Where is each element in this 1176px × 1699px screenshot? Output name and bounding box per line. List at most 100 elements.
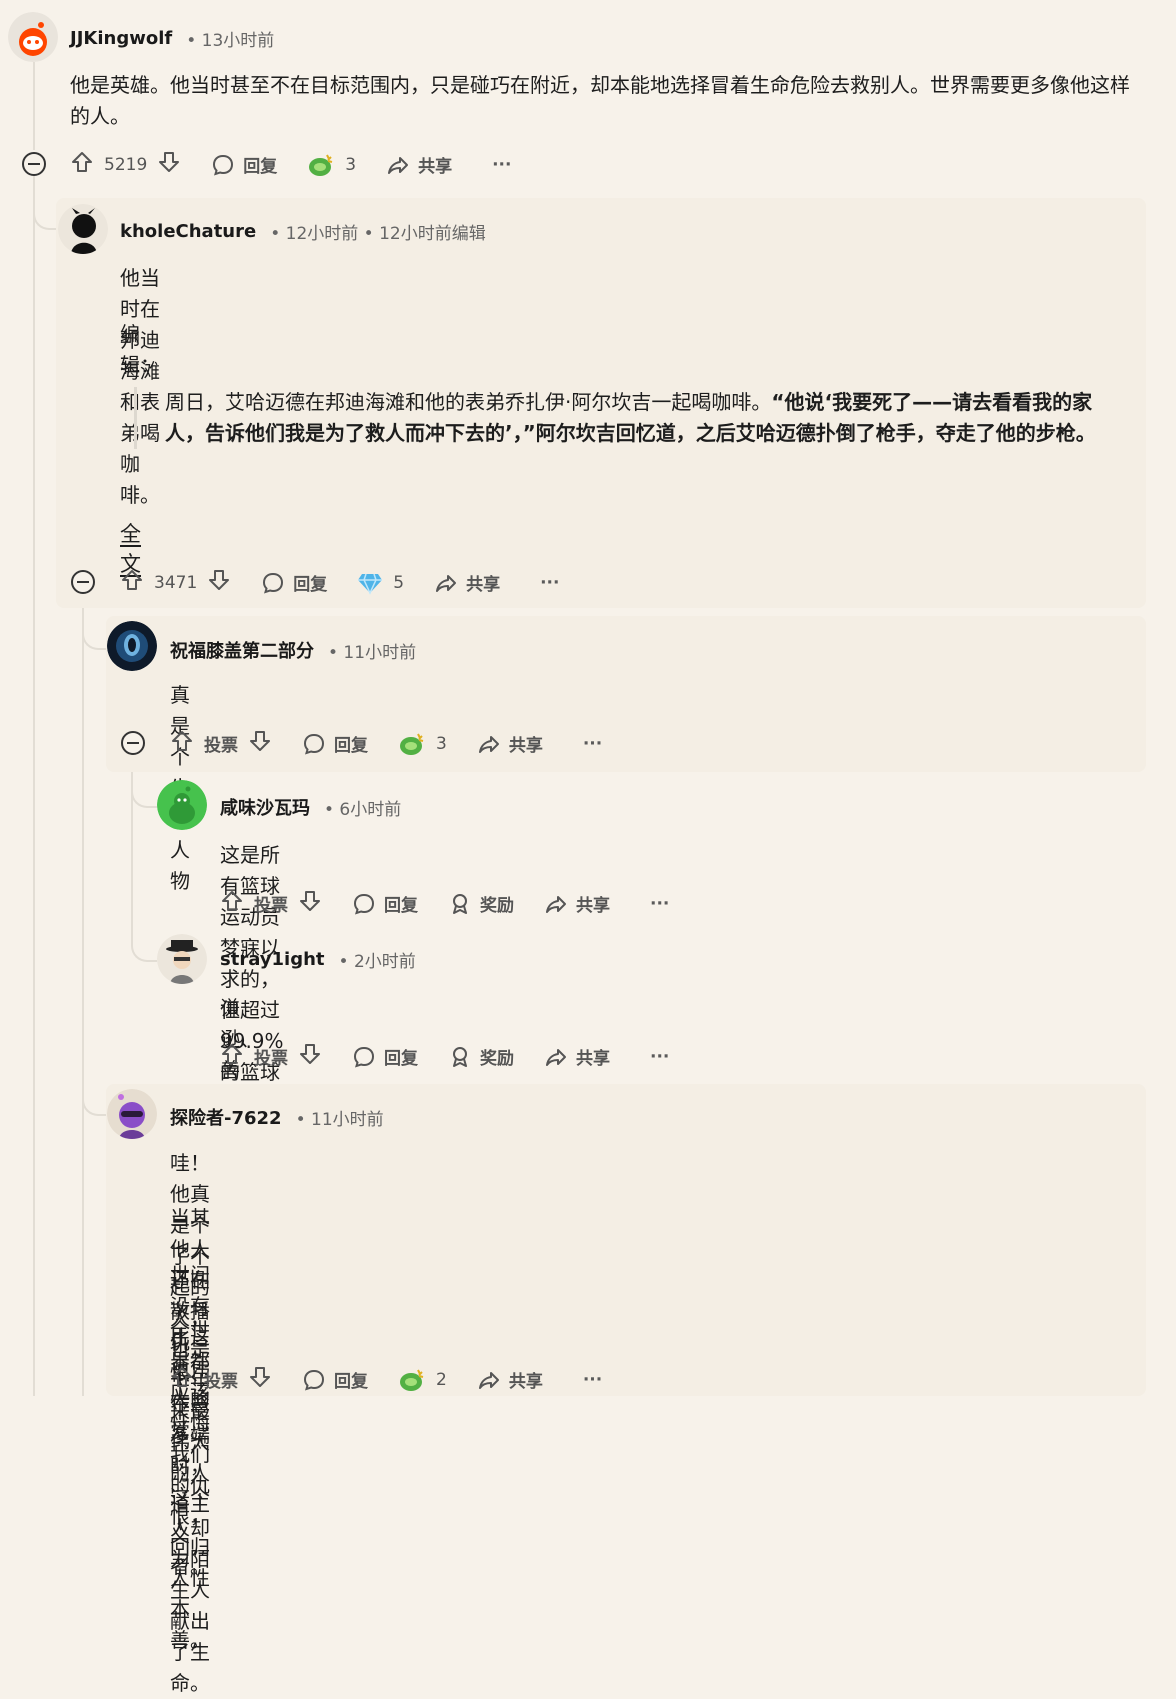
- share-arrow-icon: [544, 892, 568, 916]
- comment-author[interactable]: kholeChature: [120, 221, 256, 242]
- share-arrow-icon: [434, 571, 458, 595]
- vote-label: 投票: [204, 736, 238, 756]
- comment-actions: 投票 回复 3 共享 ···: [170, 729, 602, 758]
- edit-label: 编辑：: [120, 322, 160, 377]
- award-button[interactable]: 3: [398, 731, 447, 757]
- downvote-icon[interactable]: [298, 1042, 322, 1071]
- diamond-award-icon: [357, 571, 383, 595]
- downvote-icon[interactable]: [157, 150, 181, 179]
- upvote-icon[interactable]: [220, 1042, 244, 1071]
- more-options-button[interactable]: ···: [583, 734, 602, 754]
- award-button[interactable]: 3: [307, 152, 356, 178]
- comment-author[interactable]: 祝福膝盖第二部分: [170, 637, 314, 663]
- award-button[interactable]: 2: [398, 1367, 447, 1393]
- comment-bubble-icon: [302, 1368, 326, 1392]
- award-ribbon-icon: [448, 892, 472, 916]
- comment-actions: 投票 回复 奖励 共享 ···: [220, 1042, 669, 1071]
- award-count: 2: [436, 1369, 447, 1390]
- award-ribbon-icon: [448, 1045, 472, 1069]
- award-button[interactable]: 奖励: [448, 891, 514, 916]
- comment-author[interactable]: JJKingwolf: [70, 28, 172, 49]
- comment-bubble-icon: [302, 732, 326, 756]
- more-options-button[interactable]: ···: [583, 1370, 602, 1390]
- comment-actions: 3471 回复 5 共享 ···: [120, 568, 559, 597]
- green-award-icon: [307, 152, 335, 178]
- collapse-thread-button[interactable]: [121, 731, 145, 755]
- vote-label: 投票: [254, 896, 288, 916]
- share-button[interactable]: 共享: [544, 891, 610, 916]
- upvote-icon[interactable]: [220, 889, 244, 918]
- comment-timestamp: • 6小时前: [324, 799, 402, 820]
- reply-label: 回复: [243, 157, 278, 177]
- vote-label: 投票: [254, 1049, 288, 1069]
- comment-author[interactable]: 探险者-7622: [170, 1104, 282, 1130]
- upvote-icon[interactable]: [170, 1365, 194, 1394]
- comment-body: 他是英雄。他当时甚至不在目标范围内，只是碰巧在附近，却本能地选择冒着生命危险去救…: [70, 73, 1130, 128]
- comment-timestamp: • 13小时前: [186, 31, 275, 51]
- collapse-thread-button[interactable]: [71, 570, 95, 594]
- avatar[interactable]: [157, 780, 207, 830]
- award-count: 3: [436, 733, 447, 754]
- reply-label: 回复: [334, 736, 368, 756]
- downvote-icon[interactable]: [298, 889, 322, 918]
- comment-actions: 投票 回复 奖励 共享 ···: [220, 889, 669, 918]
- award-button[interactable]: 5: [357, 571, 404, 595]
- quote-text: 周日，艾哈迈德在邦迪海滩和他的表弟乔扎伊·阿尔坎吉一起喝咖啡。: [165, 390, 772, 414]
- comment-timestamp: • 11小时前: [295, 1109, 384, 1130]
- more-options-button[interactable]: ···: [650, 894, 669, 914]
- upvote-icon[interactable]: [120, 568, 144, 597]
- comment-author[interactable]: stray1ight: [220, 949, 325, 970]
- comment-timestamp: • 11小时前: [328, 642, 417, 663]
- share-label: 共享: [508, 1372, 543, 1392]
- share-button[interactable]: 共享: [477, 731, 543, 756]
- reply-button[interactable]: 回复: [261, 570, 327, 595]
- share-button[interactable]: 共享: [544, 1044, 610, 1069]
- reply-label: 回复: [293, 575, 328, 595]
- avatar[interactable]: [58, 204, 108, 254]
- green-award-icon: [398, 1367, 426, 1393]
- more-options-button[interactable]: ···: [540, 573, 559, 593]
- avatar[interactable]: [157, 934, 207, 984]
- share-label: 共享: [466, 575, 501, 595]
- comment-actions: 投票 回复 2 共享 ···: [170, 1365, 602, 1394]
- reply-button[interactable]: 回复: [352, 891, 418, 916]
- avatar[interactable]: [107, 1089, 157, 1139]
- green-award-icon: [398, 731, 426, 757]
- avatar[interactable]: [107, 621, 157, 671]
- share-button[interactable]: 共享: [434, 570, 500, 595]
- share-button[interactable]: 共享: [386, 152, 452, 177]
- downvote-icon[interactable]: [248, 1365, 272, 1394]
- reply-label: 回复: [384, 1049, 418, 1069]
- reply-button[interactable]: 回复: [302, 1367, 368, 1392]
- collapse-thread-button[interactable]: [22, 152, 46, 176]
- quote-bold-text-2: 阿尔坎吉回忆道，之后艾哈迈德扑倒了枪手，夺走了他的步枪。: [535, 421, 1096, 445]
- more-options-button[interactable]: ···: [492, 155, 511, 175]
- avatar[interactable]: [8, 12, 58, 62]
- vote-count: 3471: [154, 572, 198, 593]
- comment-actions: 5219 回复 3 共享 ···: [70, 150, 511, 179]
- share-arrow-icon: [477, 732, 501, 756]
- comment-bubble-icon: [261, 571, 285, 595]
- share-label: 共享: [418, 157, 453, 177]
- comment-bubble-icon: [211, 153, 235, 177]
- reply-button[interactable]: 回复: [352, 1044, 418, 1069]
- share-arrow-icon: [477, 1368, 501, 1392]
- award-count: 5: [393, 572, 405, 593]
- more-options-button[interactable]: ···: [650, 1047, 669, 1067]
- downvote-icon[interactable]: [207, 568, 231, 597]
- reply-label: 回复: [334, 1372, 368, 1392]
- reply-button[interactable]: 回复: [211, 152, 277, 177]
- award-label: 奖励: [480, 896, 514, 916]
- comment-author[interactable]: 咸味沙瓦玛: [220, 794, 310, 820]
- upvote-icon[interactable]: [170, 729, 194, 758]
- reply-button[interactable]: 回复: [302, 731, 368, 756]
- share-label: 共享: [576, 1049, 610, 1069]
- downvote-icon[interactable]: [248, 729, 272, 758]
- share-button[interactable]: 共享: [477, 1367, 543, 1392]
- share-arrow-icon: [386, 153, 410, 177]
- award-button[interactable]: 奖励: [448, 1044, 514, 1069]
- share-label: 共享: [508, 736, 543, 756]
- comment-bubble-icon: [352, 1045, 376, 1069]
- upvote-icon[interactable]: [70, 150, 94, 179]
- comment-panel: [106, 1084, 1146, 1396]
